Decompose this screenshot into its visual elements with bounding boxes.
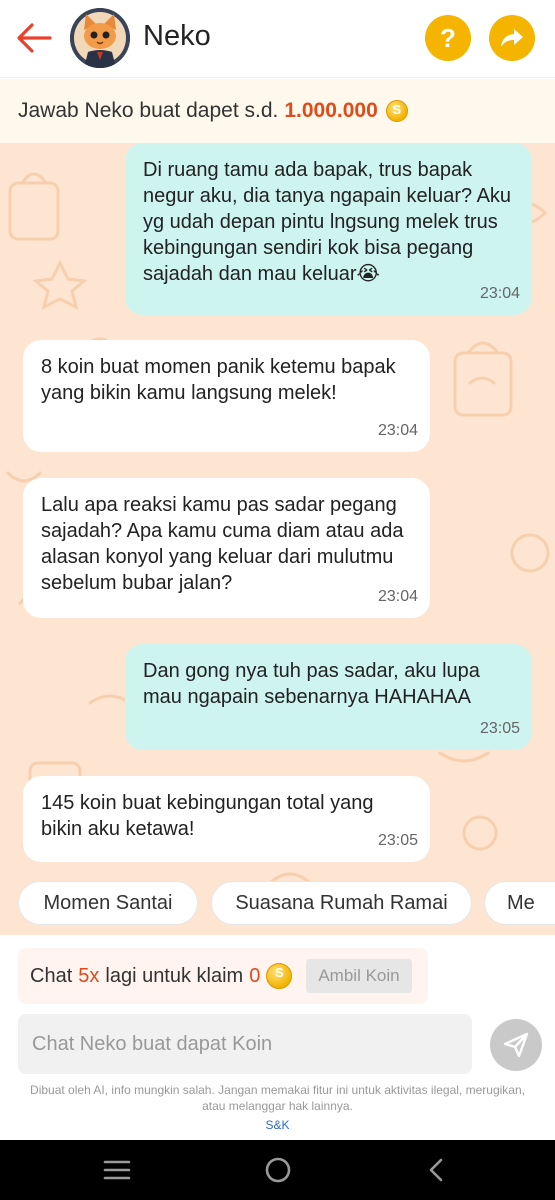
suggestion-chip[interactable]: Suasana Rumah Ramai [211, 881, 472, 925]
message-time: 23:05 [377, 832, 418, 849]
message-time: 23:04 [479, 285, 520, 302]
coin-icon [385, 100, 408, 122]
chat-title: Neko [143, 20, 211, 52]
share-button[interactable] [489, 15, 535, 61]
message-time: 23:04 [377, 588, 418, 605]
menu-icon[interactable] [103, 1158, 131, 1182]
message-bubble-bot: 8 koin buat momen panik ketemu bapak yan… [23, 340, 430, 452]
suggestion-chip[interactable]: Me [484, 881, 555, 925]
arrow-left-icon [17, 23, 52, 53]
claim-bar: Chat 5x lagi untuk klaim 0 Ambil Koin [18, 948, 428, 1004]
message-bubble-user: Dan gong nya tuh pas sadar, aku lupa mau… [125, 644, 532, 750]
terms-link[interactable]: S&K [0, 1118, 555, 1132]
chat-header: Neko ? [0, 0, 555, 78]
message-text: 145 koin buat kebingungan total yang bik… [41, 792, 374, 840]
help-button[interactable]: ? [425, 15, 471, 61]
message-bubble-user: Di ruang tamu ada bapak, trus bapak negu… [125, 143, 532, 315]
ai-disclaimer: Dibuat oleh AI, info mungkin salah. Jang… [30, 1083, 525, 1113]
message-time: 23:04 [377, 422, 418, 439]
message-bubble-bot: Lalu apa reaksi kamu pas sadar pegang sa… [23, 478, 430, 618]
avatar [70, 8, 130, 68]
reward-banner: Jawab Neko buat dapet s.d. 1.000.000 [0, 79, 555, 143]
home-circle-icon[interactable] [264, 1156, 292, 1184]
back-button[interactable] [14, 20, 54, 56]
chat-area[interactable]: Di ruang tamu ada bapak, trus bapak negu… [0, 143, 555, 935]
send-button[interactable] [490, 1019, 542, 1071]
claim-middle: lagi untuk klaim [105, 964, 244, 987]
help-label: ? [440, 22, 456, 53]
system-nav-bar [0, 1140, 555, 1200]
share-arrow-icon [501, 29, 523, 47]
message-text: Dan gong nya tuh pas sadar, aku lupa mau… [143, 660, 480, 708]
back-chevron-icon[interactable] [426, 1158, 446, 1182]
claim-count: 5x [78, 964, 100, 987]
message-time: 23:05 [479, 720, 520, 737]
message-text: 8 koin buat momen panik ketemu bapak yan… [41, 356, 396, 404]
claim-prefix: Chat [30, 964, 73, 987]
cat-avatar-icon [70, 8, 130, 68]
suggestion-chip[interactable]: Momen Santai [18, 881, 198, 925]
claim-coins: 0 [249, 964, 261, 987]
reward-amount: 1.000.000 [284, 99, 378, 122]
message-text: Di ruang tamu ada bapak, trus bapak negu… [143, 159, 512, 285]
coin-icon [266, 963, 293, 989]
send-icon [503, 1032, 529, 1058]
message-bubble-bot: 145 koin buat kebingungan total yang bik… [23, 776, 430, 862]
claim-coin-button[interactable]: Ambil Koin [306, 959, 412, 993]
reward-text: Jawab Neko buat dapet s.d. [18, 99, 279, 122]
message-text: Lalu apa reaksi kamu pas sadar pegang sa… [41, 494, 404, 594]
chat-input[interactable] [18, 1014, 472, 1074]
